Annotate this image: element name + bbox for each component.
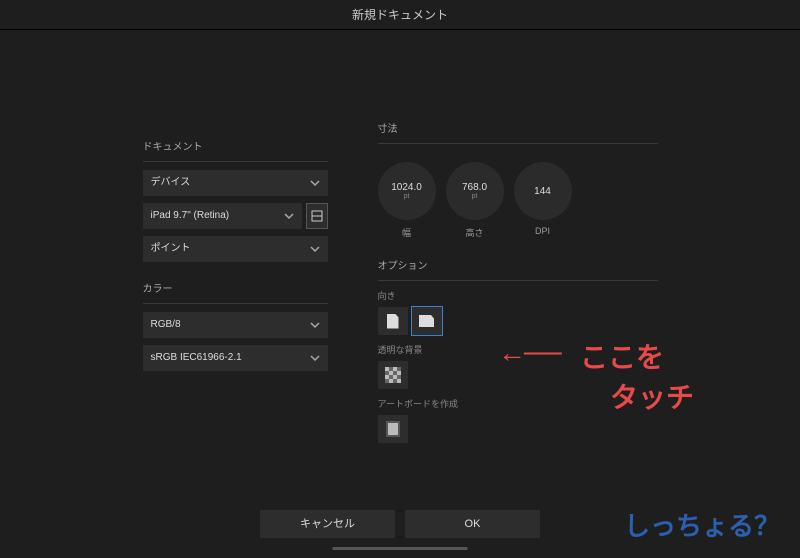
type-dropdown[interactable]: デバイス xyxy=(143,170,328,196)
document-section-label: ドキュメント xyxy=(143,138,328,153)
color-format-dropdown[interactable]: RGB/8 xyxy=(143,312,328,338)
dialog-title: 新規ドキュメント xyxy=(0,0,800,30)
chevron-down-icon xyxy=(284,211,294,221)
color-profile-dropdown[interactable]: sRGB IEC61966-2.1 xyxy=(143,345,328,371)
height-value: 768.0 xyxy=(462,182,487,193)
dpi-value: 144 xyxy=(534,186,551,197)
artboard-label: アートボードを作成 xyxy=(378,397,658,410)
orientation-landscape-button[interactable] xyxy=(412,307,442,335)
device-dropdown[interactable]: iPad 9.7" (Retina) xyxy=(143,203,302,229)
dpi-input[interactable]: 144 xyxy=(514,162,572,220)
color-format-value: RGB/8 xyxy=(151,312,181,338)
width-unit: pt xyxy=(404,193,410,200)
height-caption: 高さ xyxy=(446,226,504,239)
height-input[interactable]: 768.0 pt xyxy=(446,162,504,220)
height-unit: pt xyxy=(472,193,478,200)
progress-bar xyxy=(333,547,468,550)
unit-dropdown[interactable]: ポイント xyxy=(143,236,328,262)
chevron-down-icon xyxy=(310,244,320,254)
link-icon xyxy=(311,210,323,222)
portrait-page-icon xyxy=(387,314,399,329)
watermark-text: しっちょる？ xyxy=(624,506,780,543)
chevron-down-icon xyxy=(310,353,320,363)
transparent-bg-label: 透明な背景 xyxy=(378,343,658,356)
options-section-label: オプション xyxy=(378,257,658,272)
artboard-icon xyxy=(386,421,400,437)
color-profile-value: sRGB IEC61966-2.1 xyxy=(151,345,242,371)
aspect-link-button[interactable] xyxy=(306,203,328,229)
checkerboard-icon xyxy=(385,367,401,383)
width-caption: 幅 xyxy=(378,226,436,239)
dpi-caption: DPI xyxy=(514,226,572,239)
cancel-button[interactable]: キャンセル xyxy=(260,510,395,538)
dimensions-section-label: 寸法 xyxy=(378,120,658,135)
chevron-down-icon xyxy=(310,320,320,330)
device-dropdown-value: iPad 9.7" (Retina) xyxy=(151,203,230,229)
orientation-label: 向き xyxy=(378,289,658,302)
create-artboard-toggle[interactable] xyxy=(378,415,408,443)
width-value: 1024.0 xyxy=(391,182,422,193)
width-input[interactable]: 1024.0 pt xyxy=(378,162,436,220)
chevron-down-icon xyxy=(310,178,320,188)
unit-dropdown-value: ポイント xyxy=(151,236,191,262)
type-dropdown-value: デバイス xyxy=(151,170,191,196)
landscape-page-icon xyxy=(419,315,434,327)
transparent-bg-toggle[interactable] xyxy=(378,361,408,389)
ok-button[interactable]: OK xyxy=(405,510,540,538)
color-section-label: カラー xyxy=(143,280,328,295)
orientation-portrait-button[interactable] xyxy=(378,307,408,335)
